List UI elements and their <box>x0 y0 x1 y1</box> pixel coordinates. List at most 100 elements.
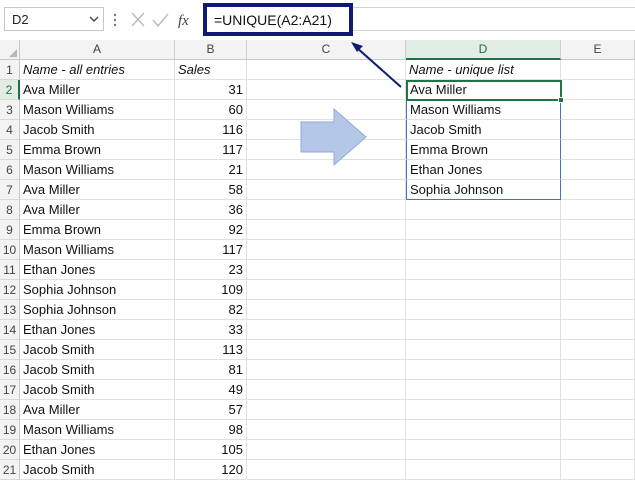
unique-list-cell[interactable]: Sophia Johnson <box>406 180 561 200</box>
column-header-e[interactable]: E <box>561 40 635 60</box>
unique-list-cell[interactable]: Ethan Jones <box>406 160 561 180</box>
name-cell[interactable]: Jacob Smith <box>20 360 175 380</box>
empty-cell[interactable] <box>247 260 406 280</box>
row-header-11[interactable]: 11 <box>0 260 20 280</box>
empty-cell[interactable] <box>561 380 635 400</box>
empty-cell[interactable] <box>406 400 561 420</box>
sales-cell[interactable]: 82 <box>175 300 247 320</box>
empty-cell[interactable] <box>561 60 635 80</box>
name-cell[interactable]: Jacob Smith <box>20 380 175 400</box>
sales-cell[interactable]: 81 <box>175 360 247 380</box>
sales-cell[interactable]: 120 <box>175 460 247 480</box>
empty-cell[interactable] <box>247 440 406 460</box>
empty-cell[interactable] <box>561 240 635 260</box>
name-cell[interactable]: Jacob Smith <box>20 460 175 480</box>
row-header-9[interactable]: 9 <box>0 220 20 240</box>
empty-cell[interactable] <box>247 460 406 480</box>
empty-cell[interactable] <box>561 160 635 180</box>
sales-cell[interactable]: 116 <box>175 120 247 140</box>
row-header-18[interactable]: 18 <box>0 400 20 420</box>
row-header-16[interactable]: 16 <box>0 360 20 380</box>
sales-cell[interactable]: 117 <box>175 240 247 260</box>
name-cell[interactable]: Mason Williams <box>20 100 175 120</box>
empty-cell[interactable] <box>406 460 561 480</box>
name-cell[interactable]: Ava Miller <box>20 80 175 100</box>
unique-list-cell[interactable]: Jacob Smith <box>406 120 561 140</box>
name-cell[interactable]: Emma Brown <box>20 220 175 240</box>
name-cell[interactable]: Ethan Jones <box>20 320 175 340</box>
sales-cell[interactable]: 60 <box>175 100 247 120</box>
empty-cell[interactable] <box>406 240 561 260</box>
empty-cell[interactable] <box>561 460 635 480</box>
sales-cell[interactable]: 31 <box>175 80 247 100</box>
sales-cell[interactable]: 98 <box>175 420 247 440</box>
empty-cell[interactable] <box>247 360 406 380</box>
column-header-d[interactable]: D <box>406 40 561 60</box>
row-header-14[interactable]: 14 <box>0 320 20 340</box>
empty-cell[interactable] <box>247 60 406 80</box>
name-cell[interactable]: Ava Miller <box>20 180 175 200</box>
empty-cell[interactable] <box>561 360 635 380</box>
column-header-a[interactable]: A <box>20 40 175 60</box>
name-cell[interactable]: Ava Miller <box>20 200 175 220</box>
row-header-4[interactable]: 4 <box>0 120 20 140</box>
empty-cell[interactable] <box>247 200 406 220</box>
empty-cell[interactable] <box>247 420 406 440</box>
empty-cell[interactable] <box>247 280 406 300</box>
empty-cell[interactable] <box>406 420 561 440</box>
unique-list-cell[interactable]: Mason Williams <box>406 100 561 120</box>
empty-cell[interactable] <box>406 260 561 280</box>
name-cell[interactable]: Ethan Jones <box>20 440 175 460</box>
name-cell[interactable]: Ethan Jones <box>20 260 175 280</box>
name-cell[interactable]: Sophia Johnson <box>20 300 175 320</box>
empty-cell[interactable] <box>561 320 635 340</box>
row-header-1[interactable]: 1 <box>0 60 20 80</box>
empty-cell[interactable] <box>406 280 561 300</box>
empty-cell[interactable] <box>561 260 635 280</box>
sales-cell[interactable]: 33 <box>175 320 247 340</box>
x-icon[interactable] <box>131 12 145 27</box>
empty-cell[interactable] <box>406 220 561 240</box>
empty-cell[interactable] <box>247 400 406 420</box>
empty-cell[interactable] <box>561 80 635 100</box>
column-header-c[interactable]: C <box>247 40 406 60</box>
empty-cell[interactable] <box>406 320 561 340</box>
sales-cell[interactable]: 49 <box>175 380 247 400</box>
select-all-corner[interactable] <box>0 40 20 60</box>
empty-cell[interactable] <box>561 440 635 460</box>
empty-cell[interactable] <box>247 240 406 260</box>
empty-cell[interactable] <box>406 360 561 380</box>
sales-cell[interactable]: 105 <box>175 440 247 460</box>
empty-cell[interactable] <box>247 340 406 360</box>
sales-cell[interactable]: 113 <box>175 340 247 360</box>
row-header-12[interactable]: 12 <box>0 280 20 300</box>
sales-cell[interactable]: 117 <box>175 140 247 160</box>
row-header-8[interactable]: 8 <box>0 200 20 220</box>
formula-input[interactable]: =UNIQUE(A2:A21) <box>203 3 353 36</box>
unique-list-cell[interactable]: Emma Brown <box>406 140 561 160</box>
empty-cell[interactable] <box>561 200 635 220</box>
empty-cell[interactable] <box>247 180 406 200</box>
empty-cell[interactable] <box>406 380 561 400</box>
header-cell-names[interactable]: Name - all entries <box>20 60 175 80</box>
empty-cell[interactable] <box>561 420 635 440</box>
check-icon[interactable] <box>152 13 169 28</box>
empty-cell[interactable] <box>561 400 635 420</box>
row-header-13[interactable]: 13 <box>0 300 20 320</box>
sales-cell[interactable]: 23 <box>175 260 247 280</box>
formula-input-extension[interactable] <box>353 7 635 31</box>
empty-cell[interactable] <box>247 80 406 100</box>
name-cell[interactable]: Ava Miller <box>20 400 175 420</box>
row-header-2[interactable]: 2 <box>0 80 20 100</box>
empty-cell[interactable] <box>561 140 635 160</box>
empty-cell[interactable] <box>406 300 561 320</box>
empty-cell[interactable] <box>247 380 406 400</box>
row-header-19[interactable]: 19 <box>0 420 20 440</box>
empty-cell[interactable] <box>561 100 635 120</box>
row-header-6[interactable]: 6 <box>0 160 20 180</box>
sales-cell[interactable]: 57 <box>175 400 247 420</box>
empty-cell[interactable] <box>561 120 635 140</box>
empty-cell[interactable] <box>561 280 635 300</box>
row-header-3[interactable]: 3 <box>0 100 20 120</box>
unique-list-cell[interactable]: Ava Miller <box>406 80 561 100</box>
